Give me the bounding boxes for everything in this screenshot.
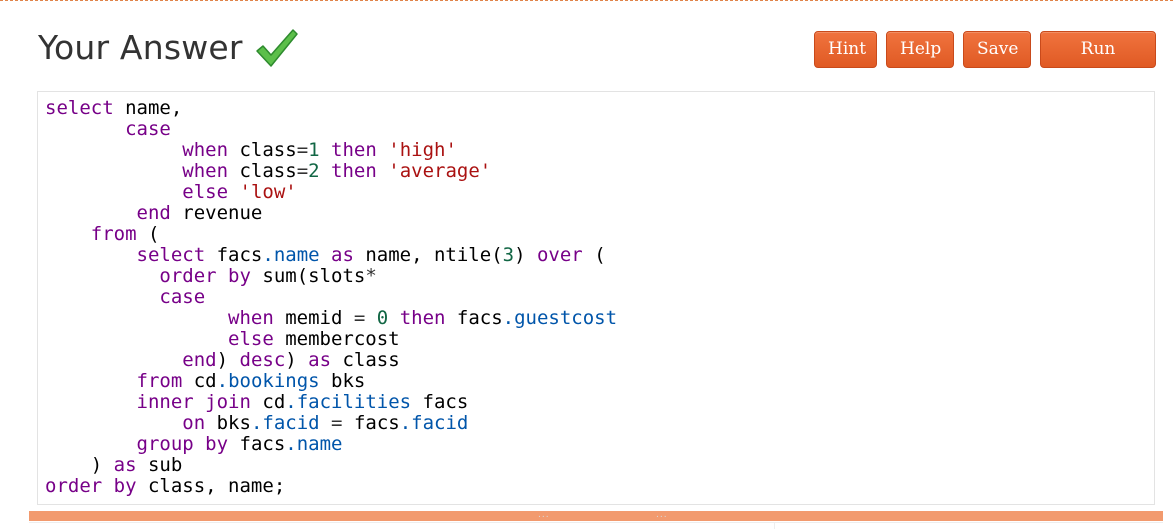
code-line[interactable]: ) as sub [45,454,183,476]
code-line[interactable]: else 'low' [45,181,296,203]
code-line[interactable]: end) desc) as class [45,349,399,371]
code-line[interactable]: inner join cd.facilities facs [45,391,469,413]
code-line[interactable]: select name, [45,97,182,119]
code-line[interactable]: else membercost [45,328,400,350]
results-panel-divider [774,522,775,529]
toolbar: Hint Help Save Run Query [814,31,1156,94]
resize-grip-icon: ... [656,510,668,520]
run-query-button[interactable]: Run Query [1040,31,1156,94]
code-line[interactable]: from cd.bookings bks [45,370,366,392]
resize-grip-icon: ... [538,510,550,520]
code-line[interactable]: order by sum(slots* [45,265,376,287]
sql-code-editor[interactable]: select name, case when class=1 then 'hig… [37,91,1155,505]
hint-button[interactable]: Hint [814,31,877,68]
save-button[interactable]: Save [963,31,1031,68]
code-content[interactable]: select name, case when class=1 then 'hig… [38,92,1154,497]
code-line[interactable]: order by class, name; [45,475,285,497]
top-dashed-border [0,0,1173,1]
code-line[interactable]: case [45,118,171,140]
checkmark-icon [253,24,299,70]
page-title: Your Answer [38,27,243,67]
answer-header: Your Answer [38,22,299,72]
code-line[interactable]: group by facs.name [45,433,343,455]
code-line[interactable]: select facs.name as name, ntile(3) over … [45,244,606,266]
code-line[interactable]: on bks.facid = facs.facid [45,412,468,434]
code-line[interactable]: case [45,286,205,308]
code-line[interactable]: from ( [45,223,160,245]
code-line[interactable]: when class=2 then 'average' [45,160,491,182]
code-line[interactable]: end revenue [45,202,263,224]
code-line[interactable]: when memid = 0 then facs.guestcost [45,307,617,329]
help-button[interactable]: Help [886,31,954,68]
editor-resize-handle[interactable]: ... ... [29,511,1163,521]
code-line[interactable]: when class=1 then 'high' [45,139,457,161]
